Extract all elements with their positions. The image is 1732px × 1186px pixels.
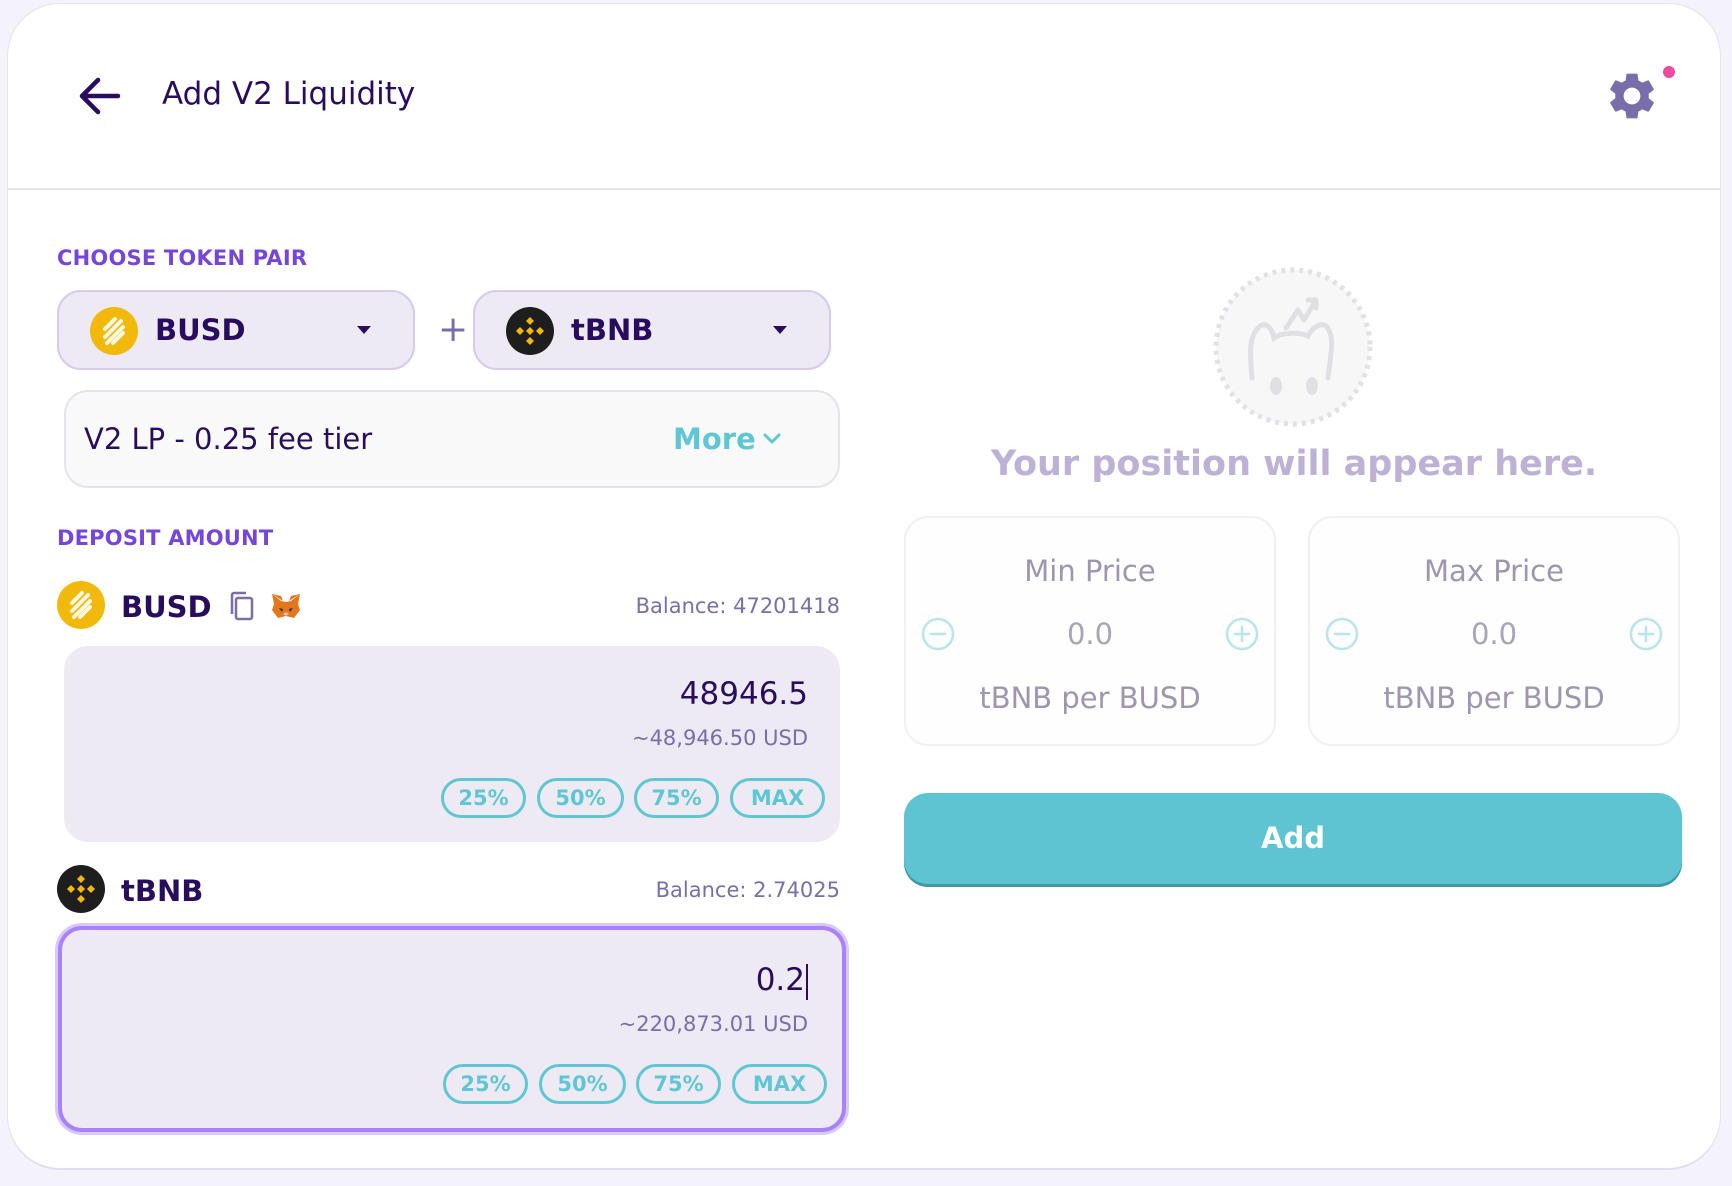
page-title: Add V2 Liquidity (162, 76, 416, 112)
token-b-amount-input[interactable]: 0.2 (756, 962, 808, 1000)
text-cursor (806, 963, 808, 1000)
token-a-balance: Balance: 47201418 (635, 594, 840, 618)
plus-circle-icon[interactable] (1628, 616, 1664, 652)
min-price-card: Min Price 0.0 tBNB per BUSD (904, 516, 1276, 746)
position-placeholder-icon (1213, 267, 1373, 427)
percent-75-button[interactable]: 75% (636, 1064, 721, 1104)
more-button[interactable]: More (673, 422, 756, 456)
percent-50-button[interactable]: 50% (537, 778, 624, 818)
token-b-amount-box[interactable]: 0.2 ~220,873.01 USD 25% 50% 75% MAX (58, 926, 846, 1132)
token-b-balance: Balance: 2.74025 (655, 878, 840, 902)
token-b-usd-value: ~220,873.01 USD (618, 1012, 808, 1036)
busd-token-icon (90, 307, 138, 355)
min-price-title: Min Price (1024, 554, 1156, 588)
max-price-value[interactable]: 0.0 (1310, 617, 1678, 651)
percent-75-button[interactable]: 75% (634, 778, 719, 818)
plus-sign: + (438, 309, 469, 350)
bnb-token-icon (57, 865, 105, 913)
token-b-selector[interactable]: tBNB (473, 290, 831, 370)
copy-icon[interactable] (228, 590, 256, 622)
deposit-token-b-name: tBNB (121, 874, 204, 908)
percent-25-button[interactable]: 25% (443, 1064, 528, 1104)
max-price-title: Max Price (1424, 554, 1564, 588)
notification-dot (1663, 66, 1675, 78)
deposit-amount-label: DEPOSIT AMOUNT (57, 526, 274, 550)
chevron-down-icon[interactable] (761, 428, 783, 450)
max-price-unit: tBNB per BUSD (1383, 681, 1605, 715)
gear-icon[interactable] (1604, 68, 1660, 124)
token-b-amount-text: 0.2 (755, 962, 805, 998)
token-b-name: tBNB (571, 313, 654, 347)
busd-token-icon (57, 581, 105, 629)
add-button[interactable]: Add (904, 793, 1682, 887)
fee-tier-label: V2 LP - 0.25 fee tier (84, 422, 373, 456)
token-a-selector[interactable]: BUSD (57, 290, 415, 370)
plus-circle-icon[interactable] (1224, 616, 1260, 652)
caret-down-icon (773, 326, 787, 334)
max-button[interactable]: MAX (730, 778, 825, 818)
caret-down-icon (357, 326, 371, 334)
percent-50-button[interactable]: 50% (539, 1064, 626, 1104)
token-a-name: BUSD (155, 313, 246, 347)
percent-25-button[interactable]: 25% (441, 778, 526, 818)
bnb-token-icon (506, 307, 554, 355)
choose-token-pair-label: CHOOSE TOKEN PAIR (57, 246, 308, 270)
fee-tier-box: V2 LP - 0.25 fee tier More (64, 390, 840, 488)
metamask-fox-icon[interactable] (270, 592, 302, 620)
deposit-token-a-name: BUSD (121, 590, 212, 624)
arrow-left-icon[interactable] (74, 70, 126, 122)
max-price-card: Max Price 0.0 tBNB per BUSD (1308, 516, 1680, 746)
token-a-amount-box[interactable]: 48946.5 ~48,946.50 USD 25% 50% 75% MAX (64, 646, 840, 842)
min-price-value[interactable]: 0.0 (906, 617, 1274, 651)
token-a-amount-input[interactable]: 48946.5 (680, 676, 808, 712)
token-a-usd-value: ~48,946.50 USD (631, 726, 808, 750)
card-header: Add V2 Liquidity (8, 4, 1720, 190)
min-price-unit: tBNB per BUSD (979, 681, 1201, 715)
max-button[interactable]: MAX (732, 1064, 827, 1104)
position-placeholder-message: Your position will appear here. (990, 444, 1598, 484)
add-liquidity-card: Add V2 Liquidity CHOOSE TOKEN PAIR BUSD … (8, 4, 1720, 1168)
